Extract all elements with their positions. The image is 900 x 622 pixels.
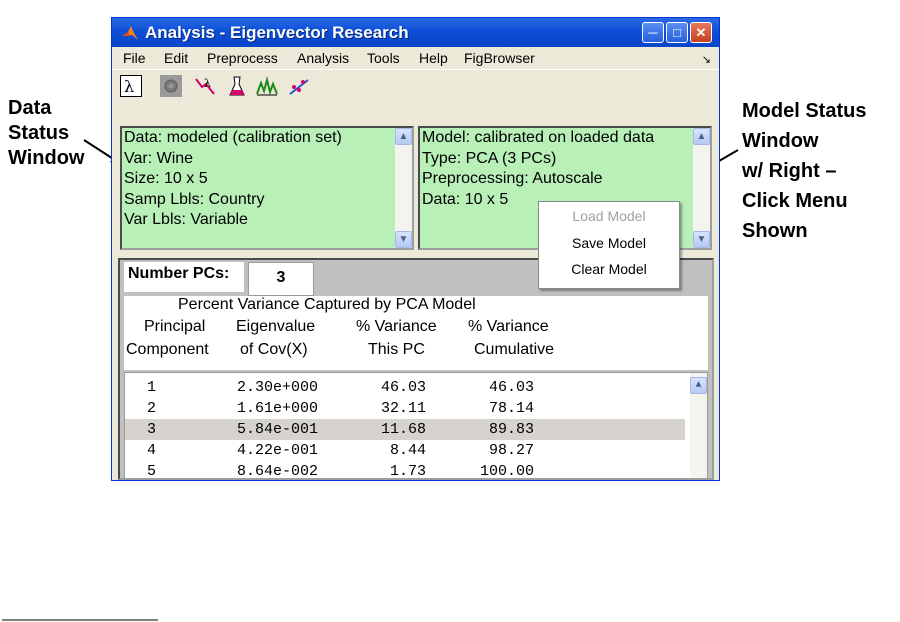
variance-panel: Number PCs: 3 Percent Variance Captured … [118,258,714,480]
list-item-selected[interactable]: 3 5.84e-001 11.68 89.83 [125,419,685,440]
matlab-icon [122,26,138,40]
minimize-icon: ─ [648,25,658,40]
menu-analysis[interactable]: Analysis [297,50,349,66]
model-status-line: Preprocessing: Autoscale [422,170,603,187]
variance-cumulative: 46.03 [489,379,535,396]
close-button[interactable]: ✕ [690,22,712,43]
data-status-line: Var Lbls: Variable [124,211,248,228]
variance-cumulative: 98.27 [489,442,535,459]
pc-number: 3 [147,421,157,438]
scroll-down-icon[interactable]: ▼ [395,231,412,248]
model-status-line: Type: PCA (3 PCs) [422,149,557,167]
list-item[interactable]: 1 2.30e+000 46.03 46.03 [125,377,685,398]
flask-icon[interactable] [226,75,248,97]
pc-number: 4 [147,442,157,459]
menu-bar: File Edit Preprocess Analysis Tools Help… [112,47,719,69]
column-header: Cumulative [474,341,555,358]
scatter-icon[interactable] [288,75,310,97]
number-pcs-input[interactable]: 3 [248,262,314,296]
preprocess-icon[interactable]: λ [194,75,216,97]
svg-text:λ: λ [124,77,134,96]
column-header: This PC [368,341,425,358]
number-pcs-label: Number PCs: [124,262,244,292]
list-item[interactable]: 4 4.22e-001 8.44 98.27 [125,440,685,461]
eigenvalue: 5.84e-001 [237,421,319,438]
column-header: % Variance [468,318,549,335]
pc-number: 5 [147,463,157,480]
variance-this-pc: 32.11 [381,400,427,417]
model-status-line: Model: calibrated on loaded data [422,129,655,146]
data-status-window[interactable]: Data: modeled (calibration set) Var: Win… [120,126,414,250]
close-icon: ✕ [695,25,707,40]
eigenvalue: 2.30e+000 [237,379,319,396]
list-item[interactable]: 2 1.61e+000 32.11 78.14 [125,398,685,419]
eigenvalue: 8.64e-002 [237,463,319,480]
maximize-icon: □ [673,25,681,40]
scroll-up-icon[interactable]: ▲ [693,128,710,145]
variance-title: Percent Variance Captured by PCA Model [178,296,476,313]
clear-model-menu-item[interactable]: Clear Model [539,261,679,277]
data-status-line: Samp Lbls: Country [124,190,265,208]
menu-help[interactable]: Help [419,50,448,66]
save-model-menu-item[interactable]: Save Model [539,235,679,251]
variance-cumulative: 78.14 [489,400,535,417]
title-bar[interactable]: Analysis - Eigenvector Research ─ □ ✕ [112,18,719,47]
svg-text:λ: λ [204,77,211,90]
variance-scrollbar[interactable]: ▲ [690,373,707,478]
menu-file[interactable]: File [123,50,146,66]
pc-number: 1 [147,379,157,396]
variance-this-pc: 11.68 [381,421,427,438]
variance-cumulative: 89.83 [489,421,535,438]
window-title: Analysis - Eigenvector Research [145,23,409,42]
toolbar: λ λ [112,69,719,102]
variance-this-pc: 46.03 [381,379,427,396]
gear-icon[interactable] [160,75,182,97]
variance-cumulative: 100.00 [480,463,535,480]
variance-this-pc: 8.44 [390,442,427,459]
menu-figbrowser[interactable]: FigBrowser [464,50,535,66]
variance-header: Percent Variance Captured by PCA Model P… [124,296,708,370]
eigenvalue: 1.61e+000 [237,400,319,417]
column-header: Principal [144,318,206,335]
analysis-window: Analysis - Eigenvector Research ─ □ ✕ Fi… [111,17,720,481]
column-header: % Variance [356,318,437,335]
model-context-menu: Load Model Save Model Clear Model [538,201,680,289]
model-status-scrollbar[interactable]: ▲ ▼ [693,128,710,248]
data-status-line: Size: 10 x 5 [124,170,208,187]
list-item[interactable]: 5 8.64e-002 1.73 100.00 [125,461,685,480]
scroll-up-icon[interactable]: ▲ [395,128,412,145]
column-header: of Cov(X) [240,341,308,358]
peaks-icon[interactable] [256,75,278,97]
pc-number: 2 [147,400,157,417]
menu-edit[interactable]: Edit [164,50,188,66]
scroll-up-icon[interactable]: ▲ [690,377,707,394]
column-header: Component [126,341,209,358]
lambda-icon[interactable]: λ [120,75,142,97]
minimize-button[interactable]: ─ [642,22,664,43]
data-status-line: Var: Wine [124,149,194,167]
data-status-line: Data: modeled (calibration set) [124,129,342,146]
maximize-button[interactable]: □ [666,22,688,43]
scroll-down-icon[interactable]: ▼ [693,231,710,248]
menu-preprocess[interactable]: Preprocess [207,50,278,66]
load-model-menu-item: Load Model [572,208,646,224]
variance-list[interactable]: 1 2.30e+000 46.03 46.03 2 1.61e+000 32.1… [124,372,708,480]
column-header: Eigenvalue [236,318,316,335]
menu-tools[interactable]: Tools [367,50,400,66]
variance-this-pc: 1.73 [390,463,427,480]
eigenvalue: 4.22e-001 [237,442,319,459]
dock-arrow-icon[interactable]: ↘ [702,53,711,66]
data-status-scrollbar[interactable]: ▲ ▼ [395,128,412,248]
